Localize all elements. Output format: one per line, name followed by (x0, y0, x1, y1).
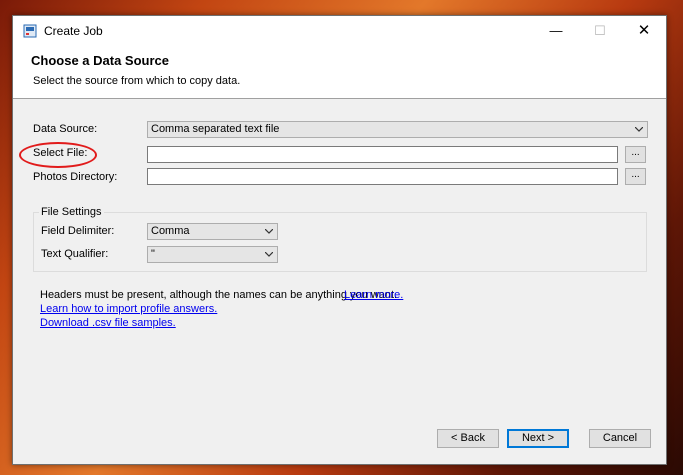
highlight-circle (19, 142, 97, 168)
chevron-down-icon (635, 127, 643, 132)
file-settings-group (33, 212, 647, 272)
data-source-dropdown[interactable]: Comma separated text file (147, 121, 648, 138)
field-delimiter-label: Field Delimiter: (41, 225, 115, 237)
title-bar: Create Job — ☐ ✕ (13, 16, 666, 46)
back-button[interactable]: < Back (437, 429, 499, 448)
import-profile-answers-link[interactable]: Learn how to import profile answers. (40, 303, 217, 315)
data-source-label: Data Source: (33, 123, 98, 135)
cancel-button[interactable]: Cancel (589, 429, 651, 448)
chevron-down-icon (265, 229, 273, 234)
data-source-value: Comma separated text file (151, 123, 280, 135)
maximize-button[interactable]: ☐ (578, 16, 622, 46)
photos-directory-input[interactable] (147, 168, 618, 185)
minimize-button[interactable]: — (534, 16, 578, 46)
window-title: Create Job (44, 24, 103, 38)
select-file-input[interactable] (147, 146, 618, 163)
chevron-down-icon (265, 252, 273, 257)
file-settings-title: File Settings (39, 206, 104, 218)
select-file-browse-button[interactable]: ... (625, 146, 646, 163)
text-qualifier-value: " (151, 248, 155, 260)
field-delimiter-dropdown[interactable]: Comma (147, 223, 278, 240)
download-csv-samples-link[interactable]: Download .csv file samples. (40, 317, 176, 329)
wizard-header: Choose a Data Source Select the source f… (13, 46, 666, 99)
text-qualifier-dropdown[interactable]: " (147, 246, 278, 263)
text-qualifier-label: Text Qualifier: (41, 248, 109, 260)
page-subtitle: Select the source from which to copy dat… (33, 75, 241, 87)
photos-directory-label: Photos Directory: (33, 171, 118, 183)
close-button[interactable]: ✕ (622, 16, 666, 46)
app-icon (23, 24, 37, 38)
learn-more-link[interactable]: Learn more. (344, 289, 403, 301)
field-delimiter-value: Comma (151, 225, 190, 237)
photos-directory-browse-button[interactable]: ... (625, 168, 646, 185)
page-title: Choose a Data Source (31, 53, 169, 68)
create-job-window: Create Job — ☐ ✕ Choose a Data Source Se… (12, 15, 667, 465)
next-button[interactable]: Next > (507, 429, 569, 448)
